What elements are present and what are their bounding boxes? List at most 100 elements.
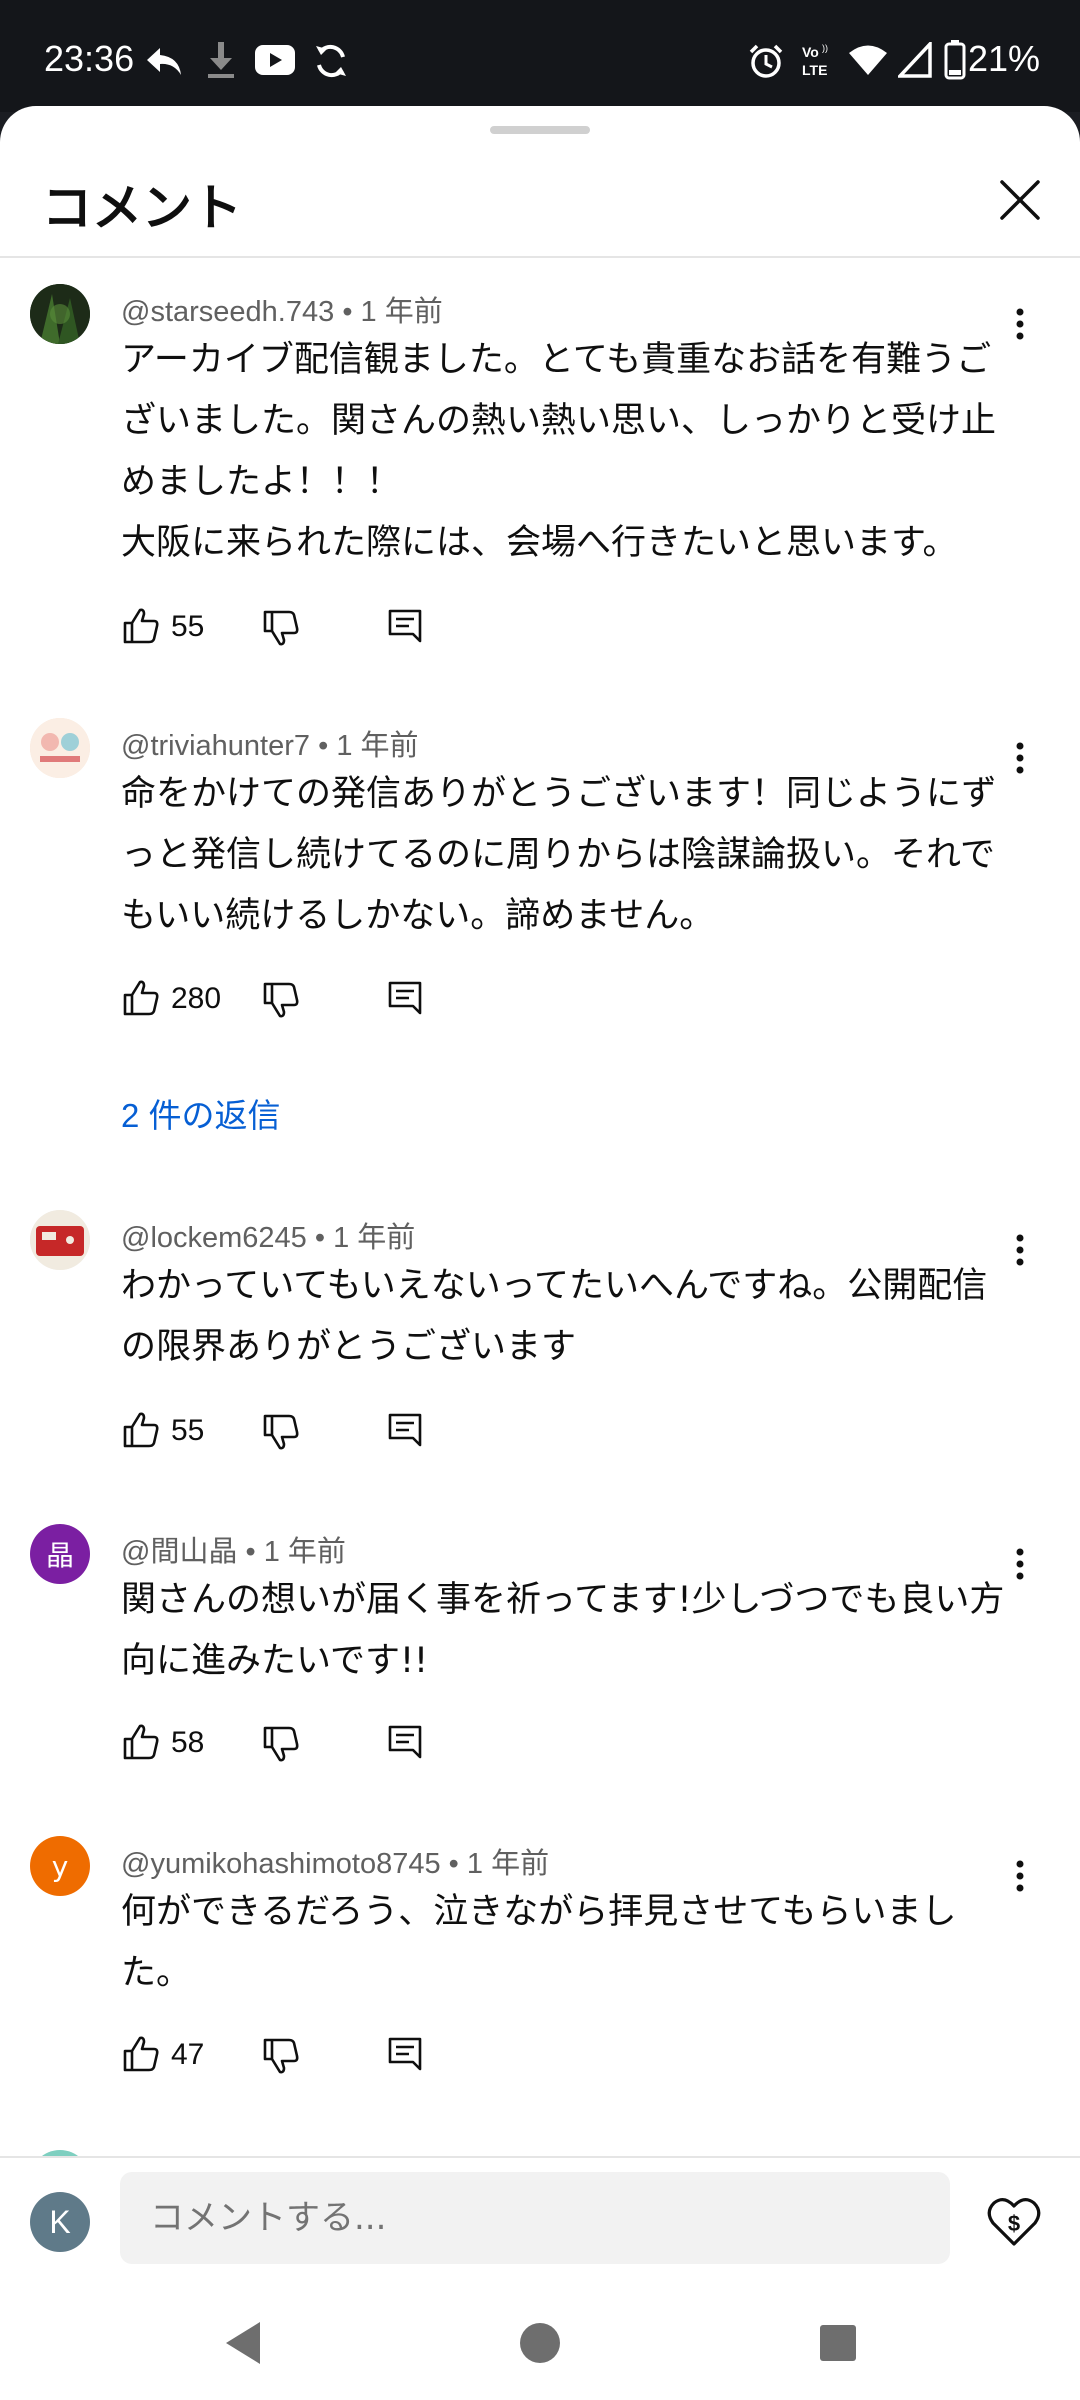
reply-comment-icon[interactable] [387, 980, 423, 1016]
comment-time: 1 年前 [336, 730, 419, 762]
comment-line: 命をかけての発信ありがとうございます！同じようにず [121, 774, 997, 814]
home-circle-icon[interactable] [518, 2318, 562, 2368]
comment-author[interactable]: @starseedh.743 [121, 296, 334, 328]
thumbs-up-icon[interactable] [121, 606, 161, 646]
like-count: 55 [171, 610, 205, 643]
comment-meta: @間山晶 • 1 年前 [121, 1528, 346, 1570]
meta-separator: • [318, 730, 337, 762]
sheet-title: コメント [42, 179, 242, 237]
comment-line: わかっていてもいえないってたいへんですね。公開配信 [121, 1266, 988, 1306]
svg-text:LTE: LTE [802, 62, 827, 78]
avatar-image-forest [30, 284, 90, 344]
recents-square-icon[interactable] [816, 2318, 860, 2368]
more-vert-icon[interactable] [1000, 738, 1040, 778]
comment-line: っと発信し続けてるのに周りからは陰謀論扱い。それで [121, 835, 995, 875]
avatar-letter: 晶 [45, 1539, 74, 1572]
comment-time: 1 年前 [360, 296, 443, 328]
avatar-image-cartoon [30, 718, 90, 778]
comment-item: 晶 @間山晶 • 1 年前 関さんの想いが届く事を祈ってます!少しづつでも良い方… [0, 1524, 1080, 1824]
thumbs-up-icon[interactable] [121, 978, 161, 1018]
comment-author[interactable]: @yumikohashimoto8745 [121, 1848, 441, 1880]
more-vert-icon[interactable] [1000, 1856, 1040, 1896]
comment-text: 関さんの想いが届く事を祈ってます!少しづつでも良い方 向に進みたいです!! [121, 1570, 1011, 1692]
comment-text: わかっていてもいえないってたいへんですね。公開配信 の限界ありがとうございます [121, 1256, 1011, 1378]
meta-separator: • [245, 1536, 264, 1568]
meta-separator: • [314, 1222, 334, 1254]
thumbs-up-icon[interactable] [121, 2034, 161, 2074]
thumbs-down-icon[interactable] [261, 980, 301, 1020]
view-replies-link[interactable]: 2 件の返信 [121, 1089, 281, 1137]
more-vert-icon[interactable] [1000, 1544, 1040, 1584]
alarm-icon [749, 44, 783, 78]
thumbs-up-icon[interactable] [121, 1722, 161, 1762]
comment-author[interactable]: @間山晶 [121, 1536, 237, 1568]
svg-text:Vo: Vo [802, 44, 819, 60]
comment-line: 大阪に来られた際には、会場へ行きたいと思います。 [121, 523, 958, 563]
avatar-image-famicom [30, 1210, 90, 1270]
thumbs-up-icon[interactable] [121, 1410, 161, 1450]
thumbs-down-icon[interactable] [261, 2036, 301, 2076]
avatar[interactable] [30, 718, 90, 778]
thumbs-down-icon[interactable] [261, 608, 301, 648]
reply-comment-icon[interactable] [387, 2036, 423, 2072]
comment-line: 何ができるだろう、泣きながら拝見させてもらいまし [121, 1892, 957, 1932]
comment-item: @starseedh.743 • 1 年前 アーカイブ配信観ました。とても貴重な… [0, 284, 1080, 694]
comment-text: 何ができるだろう、泣きながら拝見させてもらいまし た。 [121, 1882, 1011, 2004]
close-icon[interactable] [990, 170, 1050, 230]
comment-meta: @yumikohashimoto8745 • 1 年前 [121, 1840, 549, 1882]
avatar[interactable]: 晶 [30, 1524, 90, 1584]
like-count: 58 [171, 1726, 205, 1759]
download-icon [208, 42, 234, 78]
like-count: 55 [171, 1414, 205, 1447]
comment-line: 関さんの想いが届く事を祈ってます!少しづつでも良い方 [121, 1580, 1005, 1620]
comment-line: ざいました。関さんの熱い熱い思い、しっかりと受け止 [121, 401, 997, 441]
drag-handle[interactable] [490, 126, 590, 134]
battery-percent: 21% [967, 38, 1040, 79]
svg-text:$: $ [1008, 2211, 1020, 2236]
sync-icon [316, 44, 346, 78]
comment-time: 1 年前 [466, 1848, 550, 1880]
meta-separator: • [342, 296, 361, 328]
svg-text:)): )) [822, 43, 828, 53]
my-avatar[interactable]: K [30, 2192, 90, 2252]
reply-arrow-icon [147, 48, 181, 75]
comment-text: 命をかけての発信ありがとうございます！同じようにず っと発信し続けてるのに周りか… [121, 764, 1011, 947]
reply-comment-icon[interactable] [387, 608, 423, 644]
comment-line: アーカイブ配信観ました。とても貴重なお話を有難うご [121, 340, 992, 380]
like-count: 47 [171, 2038, 205, 2071]
reply-comment-icon[interactable] [387, 1724, 423, 1760]
comment-line: めましたよ！！！ [121, 462, 402, 502]
comment-time: 1 年前 [333, 1222, 416, 1254]
avatar[interactable]: y [30, 1836, 90, 1896]
comment-meta: @triviahunter7 • 1 年前 [121, 722, 419, 764]
like-count: 280 [171, 982, 222, 1015]
thumbs-down-icon[interactable] [261, 1724, 301, 1764]
meta-separator: • [448, 1848, 467, 1880]
comment-line: た。 [121, 1953, 192, 1993]
battery-icon [944, 40, 966, 80]
thumbs-down-icon[interactable] [261, 1412, 301, 1452]
system-nav-bar [0, 2294, 1080, 2400]
youtube-icon [255, 45, 295, 75]
more-vert-icon[interactable] [1000, 304, 1040, 344]
back-triangle-icon[interactable] [220, 2318, 264, 2368]
reply-comment-icon[interactable] [387, 1412, 423, 1448]
comments-sheet: コメント @starseedh.743 • 1 年前 アーカイブ配信観ました。と… [0, 106, 1080, 2400]
comment-time: 1 年前 [263, 1536, 346, 1568]
comment-line: の限界ありがとうございます [121, 1327, 577, 1367]
comment-author[interactable]: @triviahunter7 [121, 730, 310, 762]
avatar[interactable] [30, 1210, 90, 1270]
status-time: 23:36 [44, 38, 135, 79]
more-vert-icon[interactable] [1000, 1230, 1040, 1270]
comment-author[interactable]: @lockem6245 [121, 1222, 307, 1254]
volte-icon: Vo )) LTE [802, 43, 828, 78]
avatar[interactable] [30, 284, 90, 344]
comment-line: もいい続けるしかない。諦めません。 [121, 896, 715, 936]
comment-input[interactable] [120, 2172, 950, 2264]
comment-line: 向に進みたいです!! [121, 1641, 429, 1681]
super-thanks-icon[interactable]: $ [986, 2194, 1042, 2250]
comment-text: アーカイブ配信観ました。とても貴重なお話を有難うご ざいました。関さんの熱い熱い… [121, 330, 1011, 574]
comment-item: y @yumikohashimoto8745 • 1 年前 何ができるだろう、泣… [0, 1836, 1080, 2136]
avatar-letter: y [51, 1849, 69, 1883]
header-divider [0, 256, 1080, 258]
